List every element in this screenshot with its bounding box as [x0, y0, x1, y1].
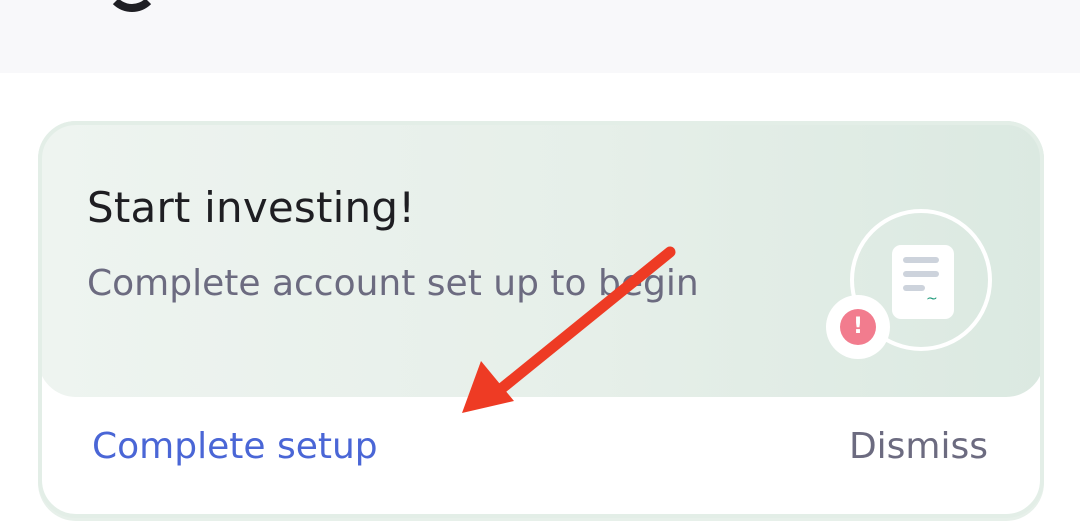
card-subtitle: Complete account set up to begin — [87, 263, 699, 304]
signature-mark: ~ — [926, 291, 938, 307]
alert-badge: ! — [840, 309, 876, 345]
complete-setup-button[interactable]: Complete setup — [92, 426, 378, 467]
dismiss-button[interactable]: Dismiss — [849, 426, 988, 467]
start-investing-card: Start investing! Complete account set up… — [38, 121, 1044, 521]
document-icon: ~ — [892, 245, 954, 319]
setup-illustration: ~ ! — [826, 209, 1006, 389]
card-hero: Start investing! Complete account set up… — [38, 121, 1044, 397]
partial-app-icon — [105, 0, 159, 12]
card-title: Start investing! — [87, 183, 416, 232]
top-app-bar — [0, 0, 1080, 73]
alert-icon: ! — [826, 295, 890, 359]
